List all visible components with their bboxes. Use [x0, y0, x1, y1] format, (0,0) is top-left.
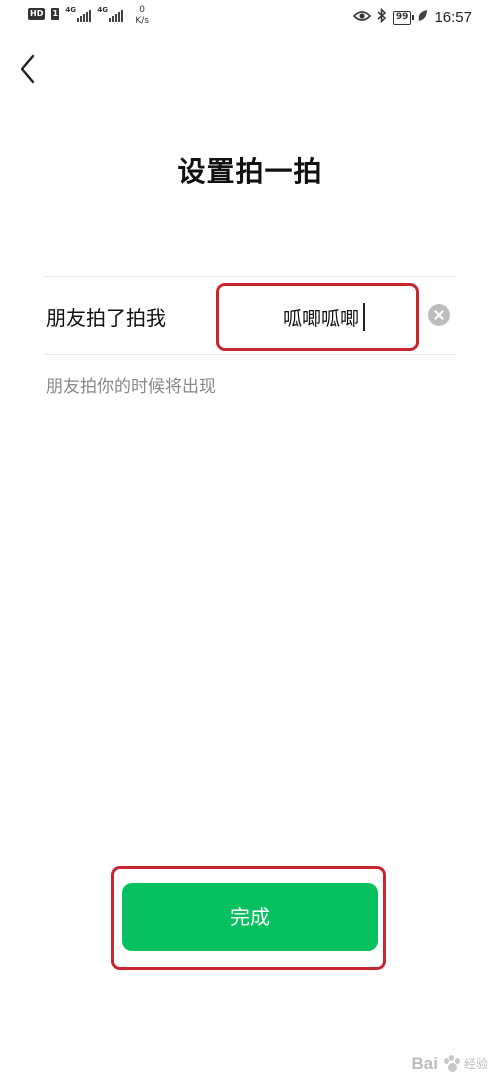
signal-icon: 4G	[97, 6, 124, 22]
signal-icon: 4G	[65, 6, 92, 22]
eye-icon	[352, 10, 372, 26]
pat-label: 朋友拍了拍我	[46, 306, 166, 330]
hint-text: 朋友拍你的时候将出现	[46, 377, 216, 397]
network-type: 4G	[97, 6, 108, 14]
status-right: 99 16:57	[352, 7, 472, 27]
network-type: 4G	[65, 6, 76, 14]
pat-suffix-input[interactable]	[246, 300, 396, 334]
watermark: Bai 经验	[412, 1054, 488, 1074]
watermark-sub: 经验	[463, 1056, 488, 1071]
leaf-icon	[417, 9, 428, 26]
divider-bottom	[44, 354, 456, 355]
network-speed: 0 K/s	[135, 5, 149, 27]
bluetooth-icon	[377, 7, 387, 27]
page-title: 设置拍一拍	[177, 155, 323, 188]
status-bar: HD 1 4G 4G 0 K/s 99 16:57	[0, 0, 500, 36]
chevron-left-icon	[20, 54, 35, 84]
back-button[interactable]	[14, 52, 44, 86]
text-cursor	[363, 303, 365, 331]
sim-indicator: 1	[51, 8, 60, 20]
battery-icon: 99	[392, 10, 414, 25]
hd-badge: HD	[28, 8, 46, 20]
divider-top	[44, 276, 456, 277]
status-left: HD 1 4G 4G 0 K/s	[28, 5, 149, 27]
status-time: 16:57	[434, 9, 472, 26]
paw-icon	[441, 1054, 461, 1074]
speed-value: 0	[139, 5, 146, 15]
clear-icon[interactable]	[428, 304, 450, 326]
speed-unit: K/s	[135, 16, 149, 26]
watermark-text: Bai	[411, 1054, 438, 1073]
done-button[interactable]: 完成	[122, 883, 378, 951]
